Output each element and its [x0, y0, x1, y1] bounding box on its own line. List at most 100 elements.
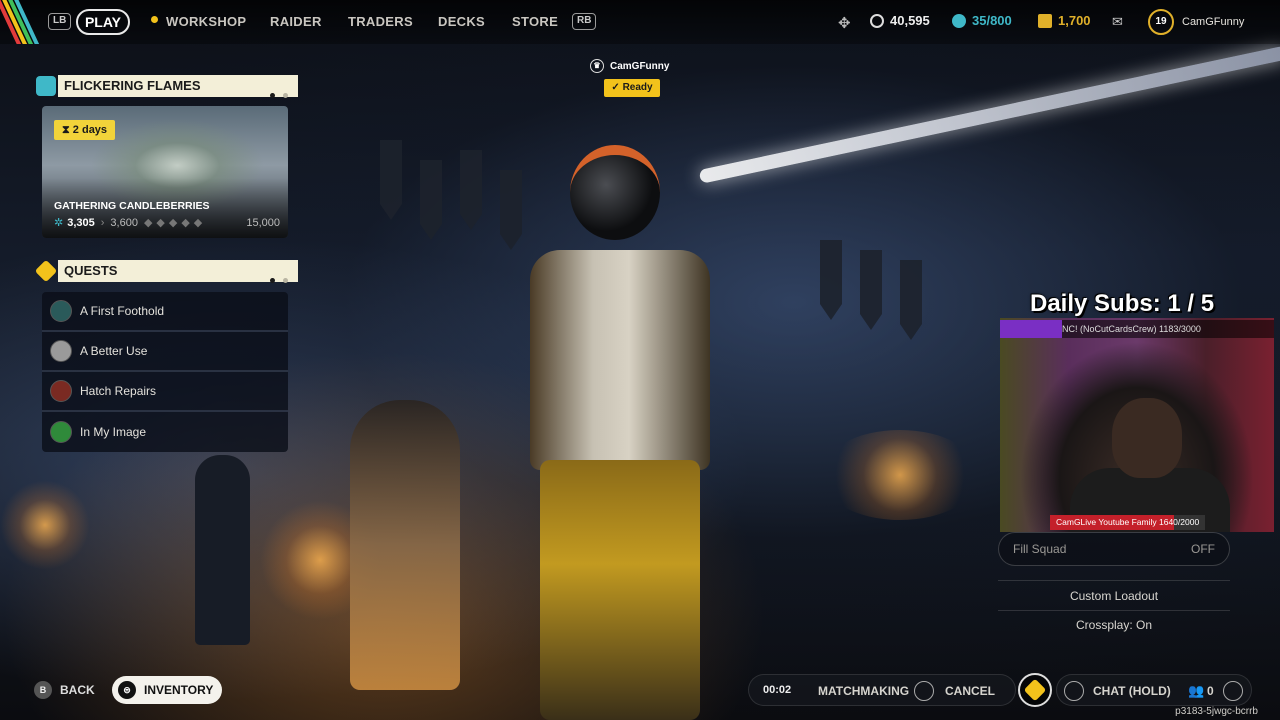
quest-label: Hatch Repairs: [80, 384, 157, 398]
party-count: 0: [1207, 684, 1214, 698]
back-button[interactable]: B BACK: [34, 678, 95, 702]
character-legs: [540, 460, 700, 720]
crossplay-toggle[interactable]: Crossplay: On: [998, 611, 1230, 639]
progress-next: 3,600: [110, 216, 138, 229]
matchmaking-label: MATCHMAKING: [818, 684, 910, 698]
coins-icon: [952, 13, 966, 28]
cancel-matchmaking-button[interactable]: CANCEL: [945, 684, 995, 698]
chat-hold-button[interactable]: CHAT (HOLD): [1093, 684, 1171, 698]
gear-icon: [36, 76, 56, 96]
check-icon: ✓: [611, 82, 620, 93]
sub-goal-bar: NC! (NoCutCardsCrew) 1183/3000: [1000, 320, 1274, 338]
hanging-banner: [420, 160, 442, 240]
fill-squad-value: OFF: [1191, 542, 1215, 556]
streamer-webcam: [1000, 318, 1274, 532]
back-label: BACK: [60, 683, 95, 697]
b-button-icon: B: [34, 681, 52, 699]
rb-bumper-hint[interactable]: RB: [572, 13, 597, 30]
tokens-counter: 1,700: [1038, 13, 1091, 28]
quest-item[interactable]: Hatch Repairs: [42, 372, 288, 412]
quest-item[interactable]: A First Foothold: [42, 292, 288, 332]
workshop-notification-dot: [151, 16, 158, 23]
quest-avatar-icon: [50, 380, 72, 402]
inventory-button[interactable]: ⊜ INVENTORY: [112, 676, 222, 704]
quests-title: QUESTS: [64, 263, 118, 278]
inventory-icon: ⊜: [118, 681, 136, 699]
quest-label: A First Foothold: [80, 304, 165, 318]
daily-subs-counter: Daily Subs: 1 / 5: [1030, 290, 1215, 317]
nav-tab-traders[interactable]: TRADERS: [348, 14, 413, 29]
nav-tab-store[interactable]: STORE: [512, 14, 558, 29]
chevron-right-icon: ›: [100, 216, 105, 229]
coins-value: 35/800: [972, 13, 1012, 28]
nav-tab-raider[interactable]: RAIDER: [270, 14, 322, 29]
event-card[interactable]: ⧗ 2 days GATHERING CANDLEBERRIES ✲ 3,305…: [42, 106, 288, 238]
top-navigation-bar: LB PLAY WORKSHOP RAIDER TRADERS DECKS ST…: [0, 0, 1280, 44]
tokens-icon: [1038, 13, 1052, 28]
tokens-value: 1,700: [1058, 13, 1091, 28]
lb-bumper-hint[interactable]: LB: [48, 13, 72, 30]
quest-list: A First Foothold A Better Use Hatch Repa…: [42, 292, 288, 452]
nav-tab-workshop[interactable]: WORKSHOP: [166, 14, 246, 29]
page-dots: [262, 268, 288, 290]
event-title: FLICKERING FLAMES: [64, 78, 201, 93]
divider: [998, 580, 1230, 581]
credits-value: 40,595: [890, 13, 930, 28]
cancel-button-icon: [914, 681, 934, 701]
fill-squad-label: Fill Squad: [1013, 542, 1067, 556]
event-objective: GATHERING CANDLEBERRIES: [54, 200, 210, 212]
party-icon: 👥: [1188, 683, 1205, 698]
credits-icon: [870, 13, 884, 28]
list-icon[interactable]: [1223, 681, 1243, 701]
profile-username[interactable]: CamGFunny: [1182, 16, 1244, 28]
player-character: [510, 140, 770, 720]
quest-item[interactable]: In My Image: [42, 412, 288, 452]
nav-tab-decks[interactable]: DECKS: [438, 14, 485, 29]
matchmaking-timer: 00:02: [763, 684, 792, 696]
player-level-badge[interactable]: 19: [1148, 9, 1174, 35]
candle-glow: [0, 480, 90, 570]
matchmaking-bar: 00:02 MATCHMAKING CANCEL: [748, 674, 1016, 706]
progress-milestones: ◆◆◆◆◆: [143, 217, 207, 229]
character-torso: [530, 250, 710, 470]
quests-panel-header[interactable]: QUESTS: [58, 260, 298, 283]
controller-icon[interactable]: ✥: [838, 14, 851, 32]
event-panel-header[interactable]: FLICKERING FLAMES: [58, 75, 298, 98]
mail-icon[interactable]: ✉: [1112, 14, 1123, 30]
hanging-banner: [860, 250, 882, 330]
progress-current: 3,305: [67, 216, 95, 229]
quest-label: A Better Use: [80, 344, 148, 358]
hanging-banner: [900, 260, 922, 340]
robed-statue: [350, 400, 460, 690]
quest-avatar-icon: [50, 340, 72, 362]
ready-badge: ✓ Ready: [604, 79, 660, 97]
gear-icon: ✲: [54, 217, 64, 229]
quest-avatar-icon: [50, 300, 72, 322]
hourglass-icon: ⧗: [62, 124, 70, 136]
hanging-banner: [460, 150, 482, 230]
event-timer-badge: ⧗ 2 days: [54, 120, 116, 140]
fill-squad-toggle[interactable]: Fill Squad OFF: [998, 532, 1230, 566]
chat-bar: CHAT (HOLD) 👥 0: [1056, 674, 1252, 706]
progress-max: 15,000: [246, 216, 280, 229]
matchmaking-spinner-icon: [1018, 673, 1052, 707]
character-helmet: [570, 145, 660, 240]
menu-button-icon: [1064, 681, 1084, 701]
youtube-goal-bar: CamGLive Youtube Family 1640/2000: [1050, 515, 1206, 530]
hanging-banner: [380, 140, 402, 220]
coins-counter: 35/800: [952, 13, 1012, 28]
player-nameplate: ♛ CamGFunny: [590, 59, 669, 73]
hanging-banner: [820, 240, 842, 320]
quest-label: In My Image: [80, 425, 147, 439]
ready-status: Ready: [622, 82, 653, 93]
candle-glow: [820, 430, 980, 520]
event-timer: 2 days: [72, 124, 108, 136]
quest-avatar-icon: [50, 421, 72, 443]
custom-loadout-button[interactable]: Custom Loadout: [998, 582, 1230, 610]
page-dots: [262, 83, 288, 105]
brand-stripes: [0, 0, 40, 44]
nav-tab-play[interactable]: PLAY: [76, 9, 130, 35]
quest-item[interactable]: A Better Use: [42, 332, 288, 372]
inventory-label: INVENTORY: [144, 683, 214, 697]
session-id: p3183-5jwgc-bcrrb: [1175, 706, 1258, 717]
